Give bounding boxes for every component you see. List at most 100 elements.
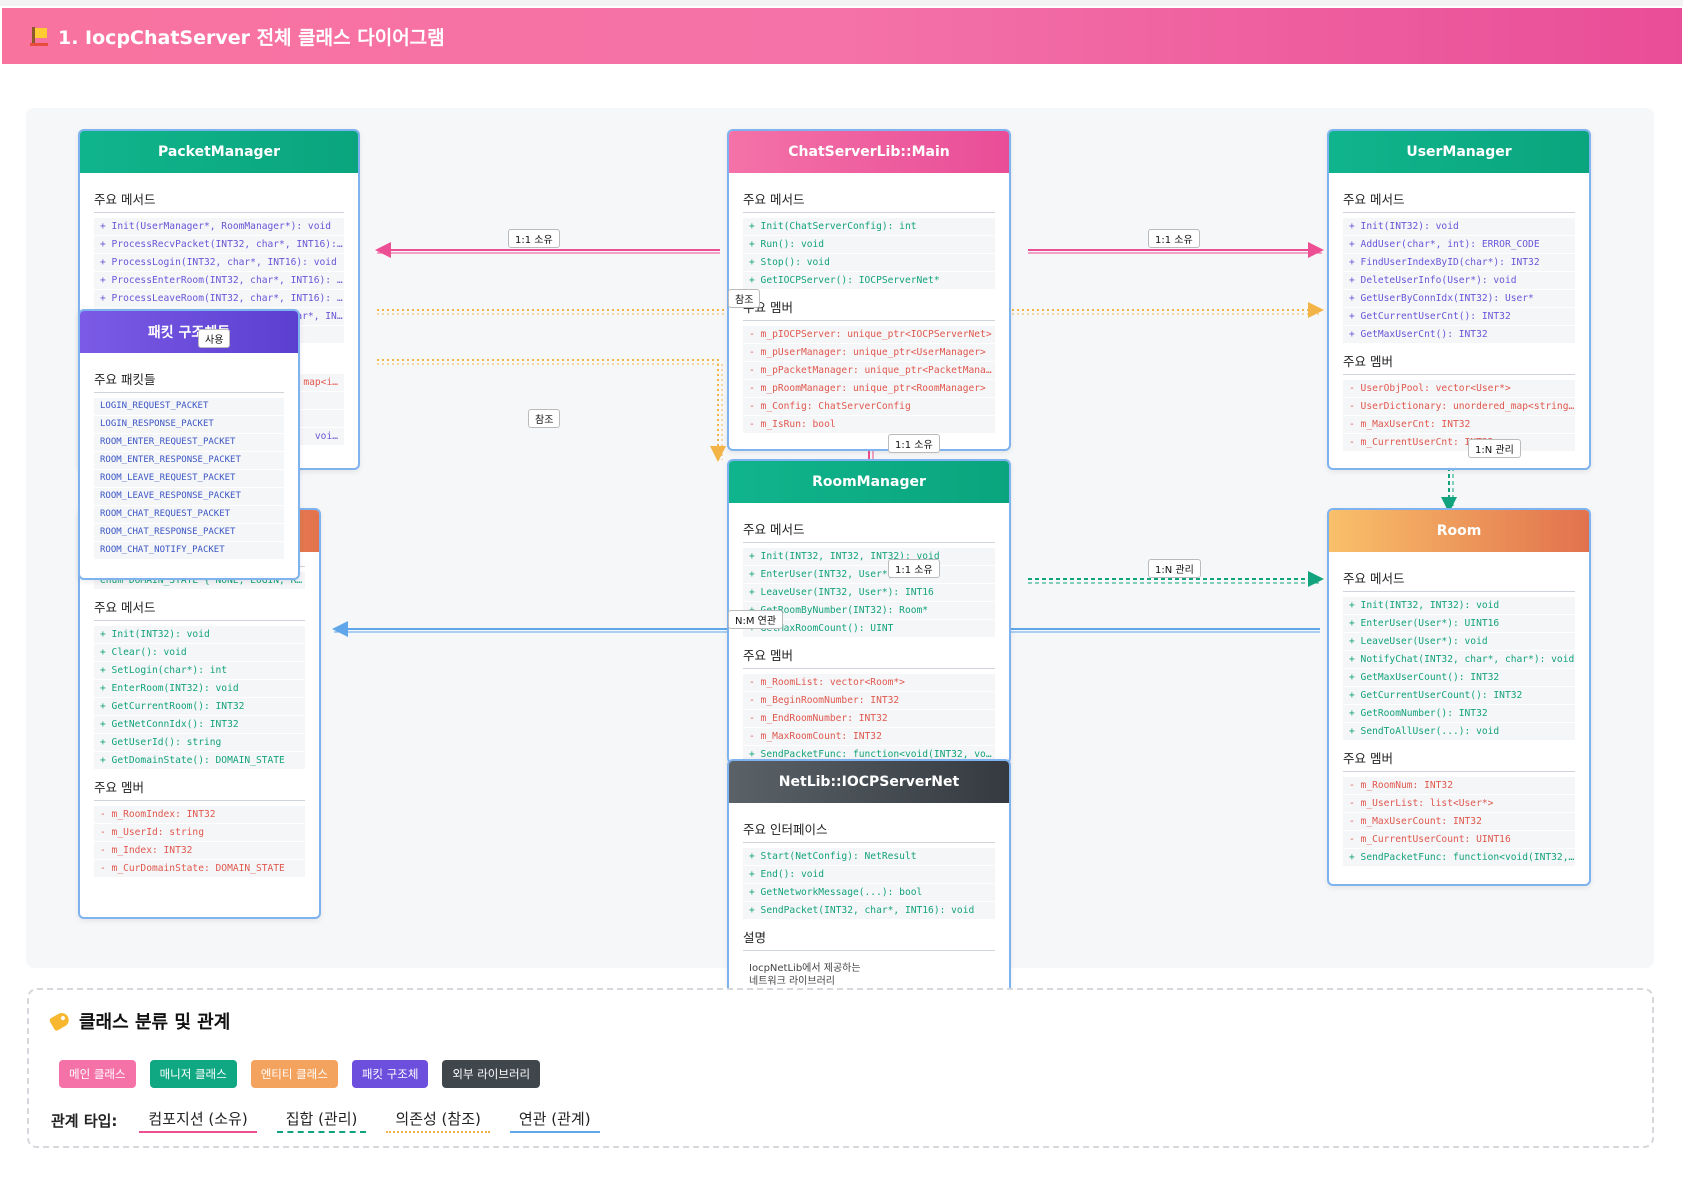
room-method: + NotifyChat(INT32, char*, char*): void bbox=[1343, 651, 1575, 668]
user-members-label: 주요 멤버 bbox=[94, 777, 305, 801]
relation-label: 1:N 관리 bbox=[1148, 559, 1201, 578]
user-method: + SetLogin(char*): int bbox=[94, 662, 305, 679]
roommanager-method: + EnterUser(INT32, User*): INT16 bbox=[743, 566, 995, 583]
usermanager-method: + AddUser(char*, int): ERROR_CODE bbox=[1343, 236, 1575, 253]
user-member: - m_UserId: string bbox=[94, 824, 305, 841]
main-methods-label: 주요 메서드 bbox=[743, 189, 995, 213]
usermanager-method: + FindUserIndexByID(char*): INT32 bbox=[1343, 254, 1575, 271]
room-members-label: 주요 멤버 bbox=[1343, 748, 1575, 772]
usermanager-method: + GetUserByConnIdx(INT32): User* bbox=[1343, 290, 1575, 307]
netlib-interface-label: 주요 인터페이스 bbox=[743, 819, 995, 843]
packet-struct-item: LOGIN_REQUEST_PACKET bbox=[94, 398, 284, 415]
room-member: - m_RoomNum: INT32 bbox=[1343, 777, 1575, 794]
netlib-class-box: NetLib::IOCPServerNet 주요 인터페이스 + Start(N… bbox=[727, 759, 1011, 1011]
main-method: + GetIOCPServer(): IOCPServerNet* bbox=[743, 272, 995, 289]
usermanager-method: + GetMaxUserCnt(): INT32 bbox=[1343, 326, 1575, 343]
packetmanager-method: + ProcessLeaveRoom(INT32, char*, INT16):… bbox=[94, 290, 344, 307]
user-method: + GetCurrentRoom(): INT32 bbox=[94, 698, 305, 715]
room-method: + EnterUser(User*): UINT16 bbox=[1343, 615, 1575, 632]
usermanager-method: + DeleteUserInfo(User*): void bbox=[1343, 272, 1575, 289]
construction-flag-icon bbox=[30, 26, 48, 46]
badge-external-library: 외부 라이브러리 bbox=[442, 1060, 541, 1088]
usermanager-methods-label: 주요 메서드 bbox=[1343, 189, 1575, 213]
room-class-box: Room 주요 메서드 + Init(INT32, INT32): void +… bbox=[1327, 508, 1591, 886]
main-member: - m_IsRun: bool bbox=[743, 416, 995, 433]
user-member: - m_RoomIndex: INT32 bbox=[94, 806, 305, 823]
main-class-box: ChatServerLib::Main 주요 메서드 + Init(ChatSe… bbox=[727, 129, 1011, 451]
main-member: - m_Config: ChatServerConfig bbox=[743, 398, 995, 415]
user-member: - m_Index: INT32 bbox=[94, 842, 305, 859]
room-title: Room bbox=[1329, 510, 1589, 552]
usermanager-member: - UserDictionary: unordered_map<string,… bbox=[1343, 398, 1575, 415]
packet-struct-item: ROOM_CHAT_NOTIFY_PACKET bbox=[94, 542, 284, 559]
room-member: - m_MaxUserCount: INT32 bbox=[1343, 813, 1575, 830]
main-method: + Run(): void bbox=[743, 236, 995, 253]
packet-struct-item: ROOM_ENTER_REQUEST_PACKET bbox=[94, 434, 284, 451]
relation-label: 1:1 소유 bbox=[508, 229, 560, 248]
room-member: - m_CurrentUserCount: UINT16 bbox=[1343, 831, 1575, 848]
relation-label: 1:1 소유 bbox=[1148, 229, 1200, 248]
packetmanager-methods-label: 주요 메서드 bbox=[94, 189, 344, 213]
page-title: 1. IocpChatServer 전체 클래스 다이어그램 bbox=[58, 26, 445, 49]
user-method: + GetUserId(): string bbox=[94, 734, 305, 751]
usermanager-members-label: 주요 멤버 bbox=[1343, 351, 1575, 375]
roommanager-member: - m_RoomList: vector<Room*> bbox=[743, 674, 995, 691]
user-method: + Init(INT32): void bbox=[94, 626, 305, 643]
packetmanager-method: + Init(UserManager*, RoomManager*): void bbox=[94, 218, 344, 235]
packet-struct-item: ROOM_ENTER_RESPONSE_PACKET bbox=[94, 452, 284, 469]
usermanager-method: + Init(INT32): void bbox=[1343, 218, 1575, 235]
relation-label: 사용 bbox=[198, 329, 231, 348]
roommanager-method: + Init(INT32, INT32, INT32): void bbox=[743, 548, 995, 565]
usermanager-member: - UserObjPool: vector<User*> bbox=[1343, 380, 1575, 397]
relation-type-dependency: 의존성 (참조) bbox=[386, 1108, 490, 1133]
main-member: - m_pRoomManager: unique_ptr<RoomManager… bbox=[743, 380, 995, 397]
usermanager-member: - m_MaxUserCnt: INT32 bbox=[1343, 416, 1575, 433]
room-method: + GetRoomNumber(): INT32 bbox=[1343, 705, 1575, 722]
main-title: ChatServerLib::Main bbox=[729, 131, 1009, 173]
relation-types-label: 관계 타입: bbox=[51, 1112, 118, 1130]
relation-type-association: 연관 (관계) bbox=[509, 1108, 600, 1133]
relation-label: 1:N 관리 bbox=[1468, 439, 1521, 458]
relation-type-composition: 컴포지션 (소유) bbox=[139, 1108, 257, 1133]
netlib-method: + SendPacket(INT32, char*, INT16): void bbox=[743, 902, 995, 919]
roommanager-member: - m_MaxRoomCount: INT32 bbox=[743, 728, 995, 745]
packetmanager-method: + ProcessRecvPacket(INT32, char*, INT16)… bbox=[94, 236, 344, 253]
netlib-method: + End(): void bbox=[743, 866, 995, 883]
legend-badges: 메인 클래스 매니저 클래스 엔티티 클래스 패킷 구조체 외부 라이브러리 bbox=[59, 1060, 541, 1088]
page-header: 1. IocpChatServer 전체 클래스 다이어그램 bbox=[2, 8, 1682, 64]
main-method: + Init(ChatServerConfig): int bbox=[743, 218, 995, 235]
legend-title: 클래스 분류 및 관계 bbox=[48, 1008, 230, 1034]
relation-type-aggregation: 집합 (관리) bbox=[276, 1108, 367, 1133]
packet-struct-item: ROOM_LEAVE_REQUEST_PACKET bbox=[94, 470, 284, 487]
packet-struct-item: ROOM_CHAT_REQUEST_PACKET bbox=[94, 506, 284, 523]
netlib-desc-line: IocpNetLib에서 제공하는 bbox=[749, 963, 861, 974]
tag-icon bbox=[48, 1010, 72, 1032]
netlib-method: + GetNetworkMessage(...): bool bbox=[743, 884, 995, 901]
badge-manager-class: 매니저 클래스 bbox=[149, 1060, 237, 1088]
usermanager-class-box: UserManager 주요 메서드 + Init(INT32): void +… bbox=[1327, 129, 1591, 470]
relation-label: 참조 bbox=[728, 289, 761, 308]
packet-structs-box: 패킷 구조체들 주요 패킷들 LOGIN_REQUEST_PACKET LOGI… bbox=[78, 309, 300, 580]
user-method: + EnterRoom(INT32): void bbox=[94, 680, 305, 697]
packetmanager-title: PacketManager bbox=[80, 131, 358, 173]
netlib-method: + Start(NetConfig): NetResult bbox=[743, 848, 995, 865]
relation-label: 1:1 소유 bbox=[888, 434, 940, 453]
room-method: + SendToAllUser(...): void bbox=[1343, 723, 1575, 740]
usermanager-member: - m_CurrentUserCnt: INT32 bbox=[1343, 434, 1575, 451]
badge-main-class: 메인 클래스 bbox=[59, 1060, 136, 1088]
roommanager-method: + LeaveUser(INT32, User*): INT16 bbox=[743, 584, 995, 601]
packetmanager-method: + ProcessLogin(INT32, char*, INT16): voi… bbox=[94, 254, 344, 271]
main-member: - m_pUserManager: unique_ptr<UserManager… bbox=[743, 344, 995, 361]
netlib-title: NetLib::IOCPServerNet bbox=[729, 761, 1009, 803]
packet-struct-item: ROOM_LEAVE_RESPONSE_PACKET bbox=[94, 488, 284, 505]
user-method: + GetDomainState(): DOMAIN_STATE bbox=[94, 752, 305, 769]
user-method: + Clear(): void bbox=[94, 644, 305, 661]
relation-label: N:M 연관 bbox=[728, 610, 784, 629]
packet-structs-section-label: 주요 패킷들 bbox=[94, 369, 284, 393]
roommanager-members-label: 주요 멤버 bbox=[743, 645, 995, 669]
roommanager-title: RoomManager bbox=[729, 461, 1009, 503]
packet-struct-item: LOGIN_RESPONSE_PACKET bbox=[94, 416, 284, 433]
main-members-label: 주요 멤버 bbox=[743, 297, 995, 321]
room-method: + GetMaxUserCount(): INT32 bbox=[1343, 669, 1575, 686]
room-method: + Init(INT32, INT32): void bbox=[1343, 597, 1575, 614]
